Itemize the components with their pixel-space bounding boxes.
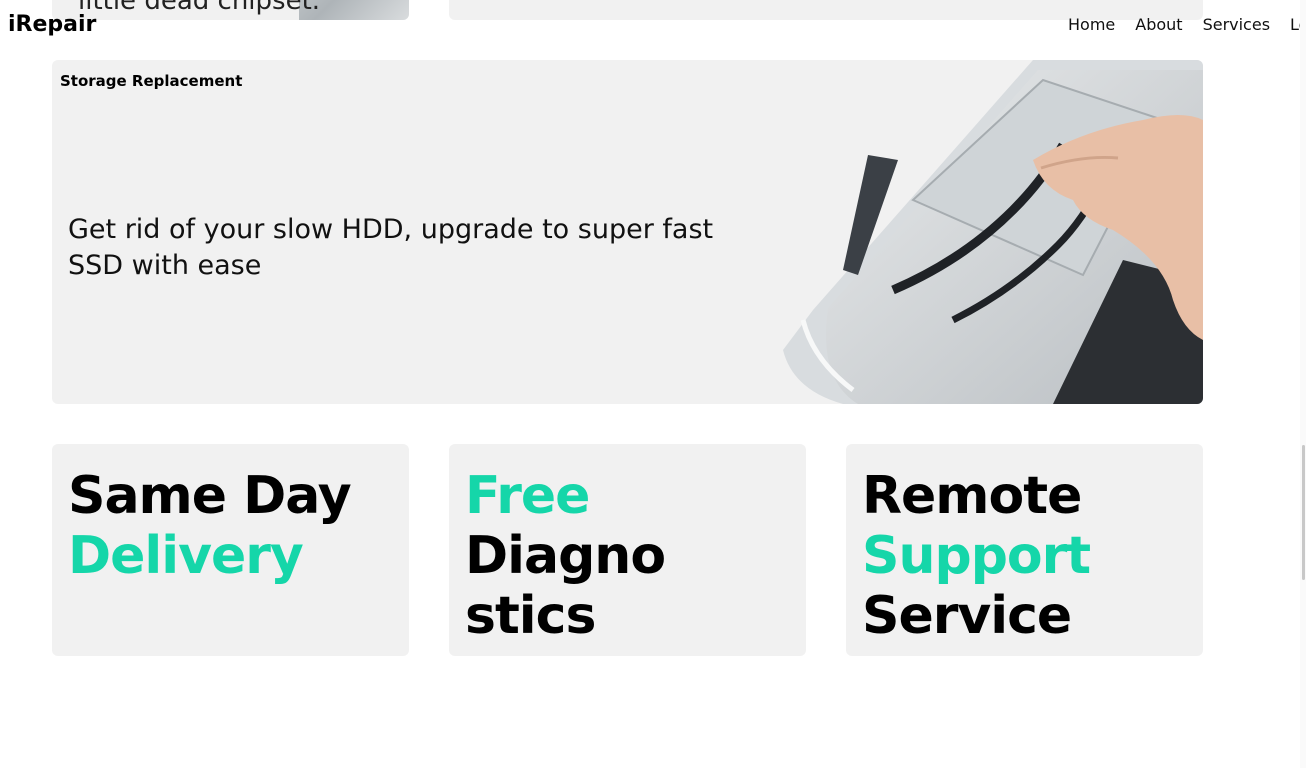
feature-free-diag-text: Free Diagno stics: [465, 466, 666, 646]
top-nav: Home About Services Log: [1068, 15, 1306, 34]
feature-free-diag-line2: Diagno: [465, 526, 666, 586]
brand-logo[interactable]: iRepair: [8, 12, 96, 37]
feature-card-free-diagnostics[interactable]: Free Diagno stics: [449, 444, 806, 656]
previous-card-text: little dead chipset.: [78, 0, 321, 16]
storage-card-title: Storage Replacement: [60, 72, 243, 90]
laptop-repair-image: [783, 60, 1203, 404]
feature-same-day-line2: Delivery: [68, 526, 304, 586]
feature-remote-line1: Remote: [862, 466, 1082, 526]
nav-services[interactable]: Services: [1203, 15, 1270, 34]
feature-same-day-line1: Same Day: [68, 466, 352, 526]
storage-replacement-card[interactable]: Storage Replacement Get rid of your slow…: [52, 60, 1203, 404]
feature-same-day-text: Same Day Delivery: [68, 466, 352, 586]
feature-remote-line2: Support: [862, 526, 1091, 586]
feature-free-diag-line3: stics: [465, 586, 596, 646]
storage-card-description: Get rid of your slow HDD, upgrade to sup…: [68, 214, 714, 281]
scrollbar-thumb[interactable]: [1302, 445, 1305, 580]
feature-card-same-day-delivery[interactable]: Same Day Delivery: [52, 444, 409, 656]
page-scrollbar[interactable]: [1300, 0, 1306, 768]
feature-card-remote-support[interactable]: Remote Support Service: [846, 444, 1203, 656]
nav-home[interactable]: Home: [1068, 15, 1115, 34]
feature-remote-line3: Service: [862, 586, 1072, 646]
feature-free-diag-line1: Free: [465, 466, 590, 526]
feature-remote-text: Remote Support Service: [862, 466, 1091, 646]
previous-service-card: little dead chipset.: [52, 0, 409, 20]
nav-about[interactable]: About: [1135, 15, 1182, 34]
